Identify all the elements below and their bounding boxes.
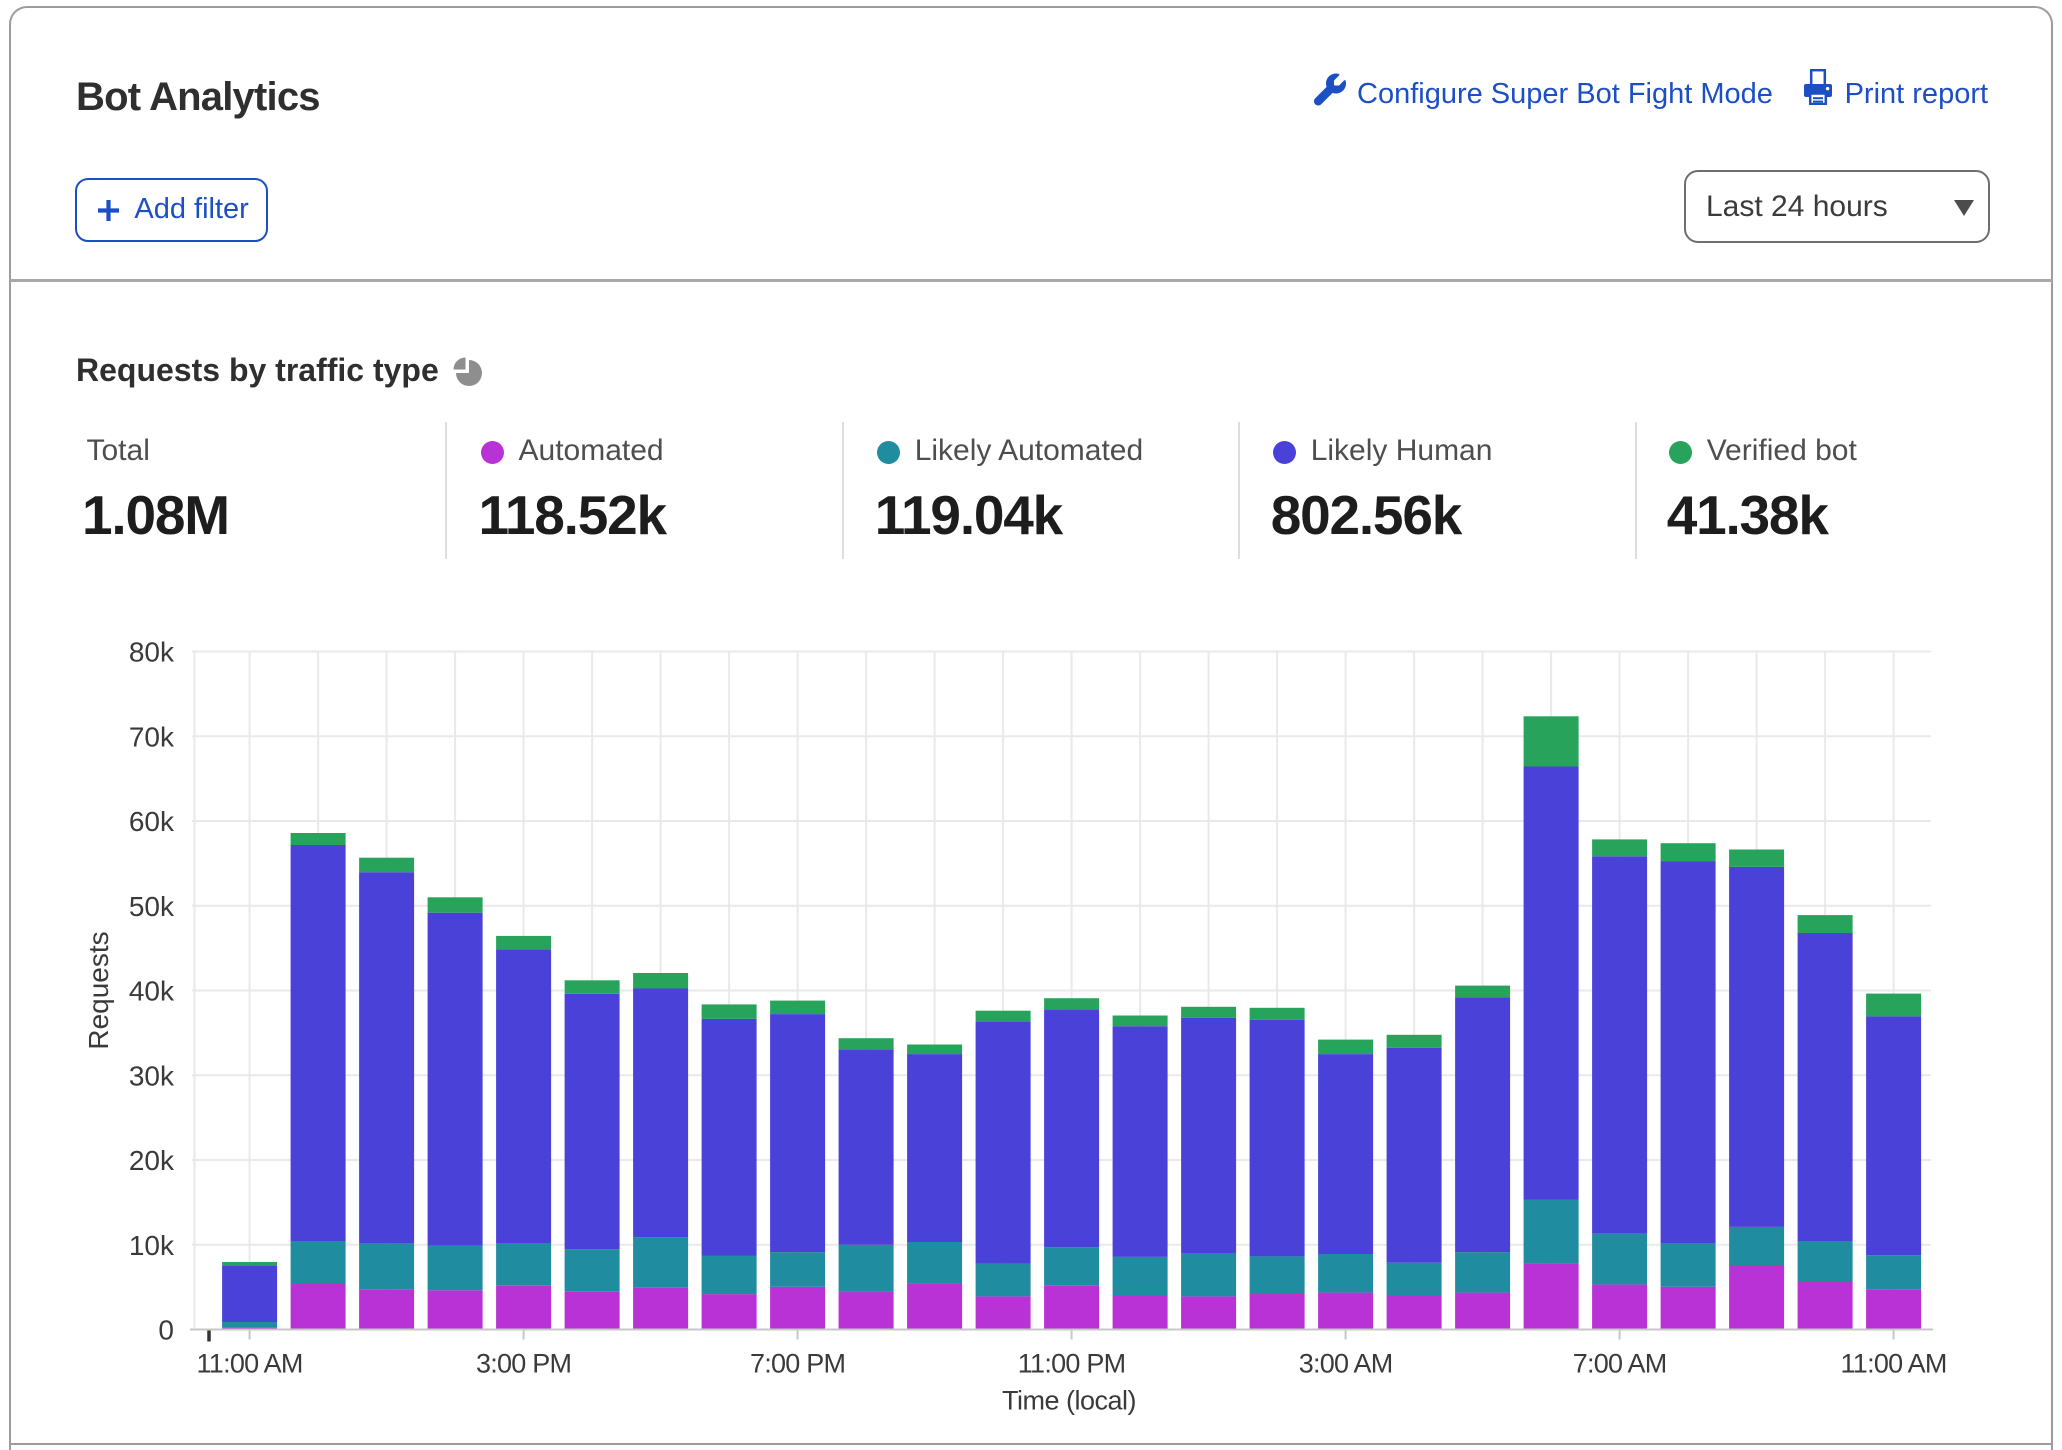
svg-text:11:00 PM: 11:00 PM (1018, 1349, 1126, 1379)
svg-text:3:00 AM: 3:00 AM (1299, 1349, 1393, 1379)
svg-text:7:00 PM: 7:00 PM (750, 1349, 845, 1379)
svg-text:80k: 80k (129, 637, 175, 668)
svg-text:60k: 60k (129, 806, 175, 837)
svg-text:50k: 50k (129, 891, 175, 922)
svg-text:0: 0 (158, 1315, 174, 1346)
svg-text:Time (local): Time (local) (1002, 1386, 1136, 1416)
svg-text:40k: 40k (129, 976, 175, 1007)
svg-text:10k: 10k (129, 1230, 175, 1261)
svg-text:20k: 20k (129, 1145, 175, 1176)
svg-text:Requests: Requests (83, 931, 114, 1049)
svg-text:3:00 PM: 3:00 PM (476, 1349, 571, 1379)
svg-text:30k: 30k (129, 1061, 175, 1092)
svg-text:7:00 AM: 7:00 AM (1573, 1349, 1667, 1379)
svg-text:11:00 AM: 11:00 AM (1841, 1349, 1947, 1379)
svg-text:11:00 AM: 11:00 AM (197, 1349, 303, 1379)
svg-text:70k: 70k (129, 722, 175, 753)
